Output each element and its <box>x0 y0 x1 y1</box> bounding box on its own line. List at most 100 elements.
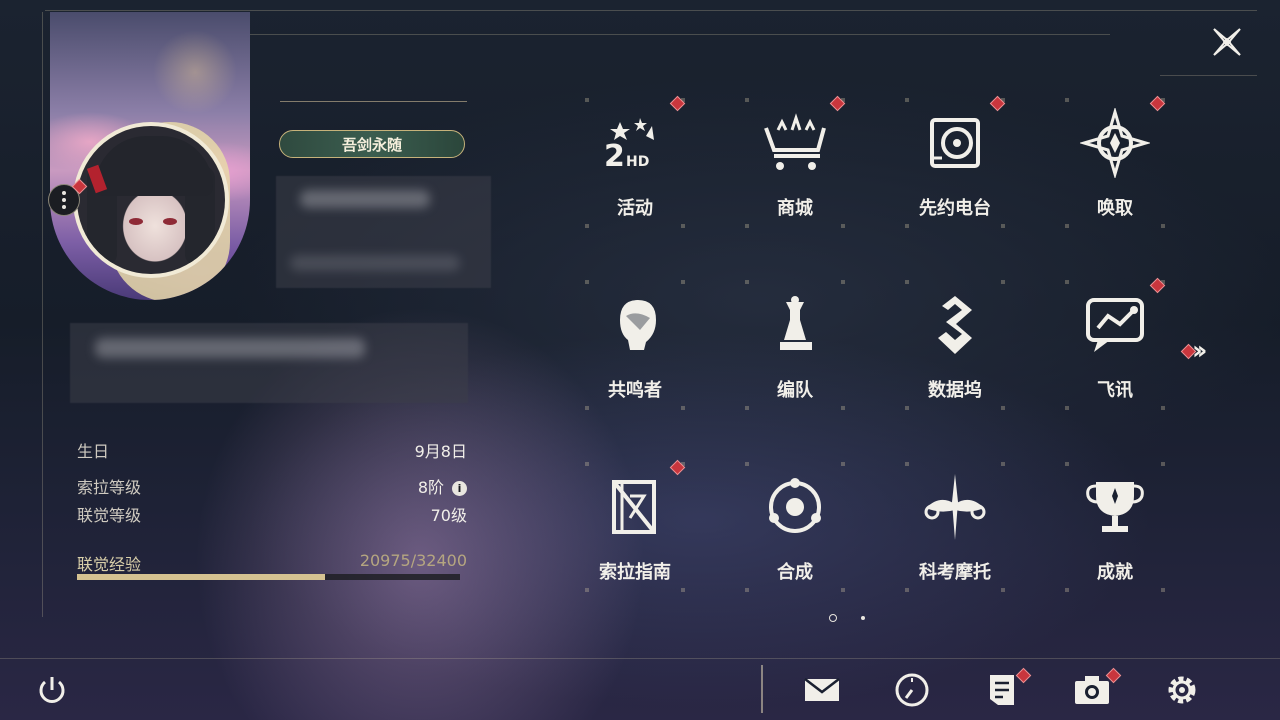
title-badge-text: 吾剑永随 <box>341 135 402 154</box>
bottom-divider <box>0 658 1280 659</box>
clock-button[interactable] <box>890 668 934 712</box>
grid-corner-mark <box>1065 98 1069 102</box>
blurred-signature <box>95 338 365 358</box>
grid-corner-mark <box>585 98 589 102</box>
grid-corner-mark <box>585 588 589 592</box>
union-exp-progress-bar <box>77 574 460 580</box>
union-level-label: 联觉等级 <box>77 506 142 525</box>
birthday-value: 9月8日 <box>414 442 467 461</box>
trophy-icon <box>1080 472 1150 542</box>
compass-star-icon <box>1078 106 1152 180</box>
frame-left-line <box>42 12 43 617</box>
menu-item-compass-star[interactable]: 唤取 <box>1055 88 1175 238</box>
camera-button[interactable] <box>1070 667 1122 712</box>
grid-corner-mark <box>841 462 845 466</box>
grid-corner-mark <box>1065 588 1069 592</box>
grid-corner-mark <box>681 406 685 410</box>
notice-document-button[interactable] <box>980 667 1032 712</box>
menu-item-message-chat[interactable]: 飞讯 <box>1055 270 1175 420</box>
next-page-button[interactable]: ›› <box>1192 336 1208 366</box>
data-dock-icon <box>920 290 990 360</box>
menu-item-resonator-head[interactable]: 共鸣者 <box>575 270 695 420</box>
menu-item-label: 索拉指南 <box>599 562 671 583</box>
shop-cart-icon <box>760 108 830 178</box>
grid-corner-mark <box>1065 224 1069 228</box>
grid-corner-mark <box>745 406 749 410</box>
grid-corner-mark <box>905 406 909 410</box>
grid-corner-mark <box>1065 462 1069 466</box>
grid-corner-mark <box>1161 462 1165 466</box>
grid-corner-mark <box>905 588 909 592</box>
settings-gear-button[interactable] <box>1160 668 1204 712</box>
menu-item-label: 编队 <box>777 380 813 401</box>
menu-item-label: 唤取 <box>1097 198 1133 219</box>
close-button[interactable] <box>1207 22 1247 62</box>
menu-item-radio-record[interactable]: 先约电台 <box>895 88 1015 238</box>
event-2hd-icon: 2 HD <box>600 108 670 178</box>
svg-text:2: 2 <box>604 139 625 174</box>
message-chat-icon <box>1080 290 1150 360</box>
menu-item-shop-cart[interactable]: 商城 <box>735 88 855 238</box>
blurred-uid <box>290 255 460 271</box>
mail-button[interactable] <box>800 668 844 712</box>
grid-corner-mark <box>681 280 685 284</box>
avatar-portrait <box>77 126 225 274</box>
sol-rank-value: 8阶 <box>417 478 444 497</box>
frame-right-curve-line <box>1160 75 1257 76</box>
menu-item-label: 活动 <box>617 198 653 219</box>
synthesis-icon <box>760 472 830 542</box>
menu-item-sol-guide[interactable]: 索拉指南 <box>575 452 695 602</box>
menu-item-label: 飞讯 <box>1097 380 1133 401</box>
grid-corner-mark <box>681 588 685 592</box>
power-icon <box>39 677 65 703</box>
grid-corner-mark <box>745 462 749 466</box>
grid-corner-mark <box>905 462 909 466</box>
union-level-value: 70级 <box>430 506 467 525</box>
grid-corner-mark <box>1001 224 1005 228</box>
grid-corner-mark <box>745 280 749 284</box>
double-chevron-right-icon: ›› <box>1192 336 1208 366</box>
avatar[interactable] <box>73 122 229 278</box>
menu-item-label: 数据坞 <box>928 380 982 401</box>
menu-item-trophy[interactable]: 成就 <box>1055 452 1175 602</box>
grid-corner-mark <box>1065 280 1069 284</box>
menu-item-data-dock[interactable]: 数据坞 <box>895 270 1015 420</box>
chess-team-icon <box>760 290 830 360</box>
menu-item-motorcycle[interactable]: 科考摩托 <box>895 452 1015 602</box>
grid-corner-mark <box>841 588 845 592</box>
menu-item-label: 共鸣者 <box>608 380 662 401</box>
menu-item-label: 合成 <box>777 562 813 583</box>
bottom-separator <box>761 665 763 713</box>
menu-item-label: 商城 <box>777 198 813 219</box>
menu-item-label: 成就 <box>1097 562 1133 583</box>
menu-item-event-2hd[interactable]: 2 HD 活动 <box>575 88 695 238</box>
avatar-eye-left <box>129 218 143 225</box>
dot-icon <box>62 205 66 209</box>
dot-icon <box>62 191 66 195</box>
sol-guide-icon <box>600 472 670 542</box>
grid-corner-mark <box>681 224 685 228</box>
avatar-hair-bangs <box>95 136 213 196</box>
menu-item-chess-team[interactable]: 编队 <box>735 270 855 420</box>
info-icon[interactable]: i <box>452 481 467 496</box>
power-button[interactable] <box>30 668 74 712</box>
grid-corner-mark <box>745 98 749 102</box>
union-exp-progress-fill <box>77 574 325 580</box>
grid-corner-mark <box>841 224 845 228</box>
title-badge[interactable]: 吾剑永随 <box>279 130 465 158</box>
grid-corner-mark <box>585 280 589 284</box>
clock-icon <box>895 673 929 707</box>
page-indicator[interactable] <box>861 616 865 620</box>
close-x-icon <box>1213 28 1241 56</box>
blurred-name <box>300 190 430 208</box>
menu-item-synthesis[interactable]: 合成 <box>735 452 855 602</box>
grid-corner-mark <box>1001 588 1005 592</box>
radio-record-icon <box>920 108 990 178</box>
grid-corner-mark <box>905 280 909 284</box>
grid-corner-mark <box>585 462 589 466</box>
grid-corner-mark <box>1001 462 1005 466</box>
dot-icon <box>62 198 66 202</box>
union-exp-label: 联觉经验 <box>77 555 142 574</box>
name-divider <box>280 101 467 102</box>
sol-rank-row-value: 8阶 i <box>418 474 467 498</box>
